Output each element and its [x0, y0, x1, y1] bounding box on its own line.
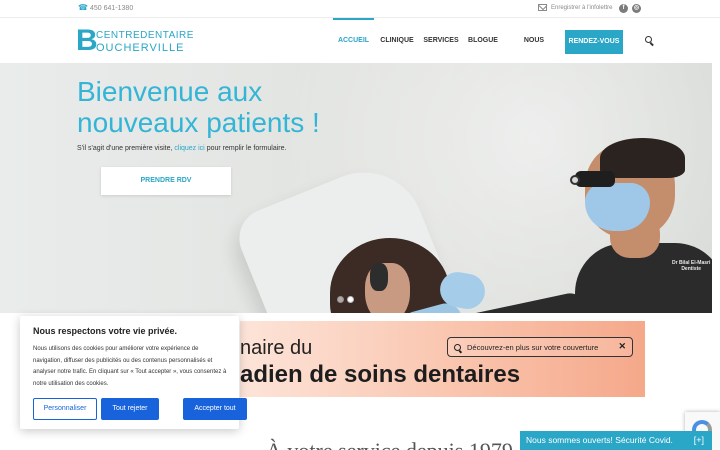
nav-item-nous-joindre[interactable]: NOUS JOINDRE: [508, 18, 560, 89]
coverage-banner[interactable]: naire du adien de soins dentaires Découv…: [240, 321, 645, 397]
slider-dot-2[interactable]: [347, 296, 354, 303]
hero-title-line2: nouveaux patients !: [77, 107, 320, 138]
doctor-loupes: [575, 171, 615, 187]
top-bar: ☎ 450 641-1380 Enregistrer à l'infolettr…: [0, 0, 720, 18]
nav-item-blogue[interactable]: BLOGUE: [467, 18, 499, 63]
logo-letter: B: [76, 24, 98, 57]
doctor-title: Dentiste: [681, 266, 702, 272]
form-link[interactable]: cliquez ici: [174, 145, 204, 152]
service-heading: À votre service depuis 1979: [266, 438, 513, 450]
close-icon[interactable]: ✕: [618, 341, 626, 352]
doctor-name-embroidery: Dr Bilal El-Masri Dentiste: [672, 260, 710, 272]
covid-label[interactable]: Nous sommes ouverts! Sécurité Covid.: [526, 435, 673, 445]
prendre-rdv-button[interactable]: PRENDRE RDV: [101, 167, 231, 195]
cookie-customize-button[interactable]: Personnaliser: [33, 398, 97, 420]
nav-item-services[interactable]: SERVICES: [423, 18, 459, 63]
facebook-icon[interactable]: f: [619, 4, 628, 13]
search-icon: [454, 343, 461, 351]
logo-line1: CENTREDENTAIRE: [96, 30, 194, 41]
covid-notice-bar[interactable]: Nous sommes ouverts! Sécurité Covid. [+]: [520, 431, 712, 450]
coverage-pill-label[interactable]: Découvrez-en plus sur votre couverture: [467, 343, 598, 352]
page: ☎ 450 641-1380 Enregistrer à l'infolettr…: [0, 0, 720, 450]
banner-line1: naire du: [240, 337, 313, 359]
hero-sub-after: pour remplir le formulaire.: [204, 145, 287, 152]
hero-subtitle: S'il s'agit d'une première visite, cliqu…: [77, 145, 286, 152]
coverage-pill[interactable]: Découvrez-en plus sur votre couverture ✕: [447, 337, 633, 357]
nav-item-accueil[interactable]: ACCUEIL: [333, 18, 374, 63]
nav-item-clinique[interactable]: CLINIQUE: [379, 18, 415, 63]
phone-number[interactable]: 450 641-1380: [90, 5, 133, 12]
doctor-mask: [585, 183, 650, 231]
hero-title: Bienvenue aux nouveaux patients !: [77, 76, 320, 138]
phone-contact[interactable]: ☎ 450 641-1380: [78, 4, 133, 12]
site-header: B CENTREDENTAIRE OUCHERVILLE ACCUEIL CLI…: [0, 18, 720, 89]
patient-glasses: [370, 263, 388, 291]
newsletter-label[interactable]: Enregistrer à l'infolettre: [551, 5, 613, 11]
slider-dot-1[interactable]: [337, 296, 344, 303]
logo-line2: OUCHERVILLE: [96, 42, 185, 54]
cookie-accept-button[interactable]: Accepter tout: [183, 398, 247, 420]
search-icon[interactable]: [645, 36, 652, 43]
newsletter-link[interactable]: Enregistrer à l'infolettre: [538, 4, 613, 11]
instagram-icon[interactable]: ◎: [632, 4, 641, 13]
cookie-consent-dialog: Nous respectons votre vie privée. Nous u…: [20, 316, 247, 429]
logo[interactable]: B CENTREDENTAIRE OUCHERVILLE: [76, 26, 196, 56]
cookie-reject-button[interactable]: Tout rejeter: [101, 398, 159, 420]
hero-sub-before: S'il s'agit d'une première visite,: [77, 145, 175, 152]
loupe-light: [570, 175, 580, 185]
expand-icon[interactable]: [+]: [694, 431, 704, 450]
banner-line2: adien de soins dentaires: [240, 361, 521, 388]
rendez-vous-button[interactable]: RENDEZ-VOUS: [565, 30, 623, 54]
cookie-text: Nous utilisons des cookies pour améliore…: [33, 346, 227, 387]
cookie-title: Nous respectons votre vie privée.: [33, 326, 178, 336]
mail-icon: [538, 4, 547, 11]
phone-icon: ☎: [78, 3, 88, 12]
hero-title-line1: Bienvenue aux: [77, 76, 263, 107]
hero-slider: Dr Bilal El-Masri Dentiste Bienvenue aux…: [0, 63, 712, 313]
